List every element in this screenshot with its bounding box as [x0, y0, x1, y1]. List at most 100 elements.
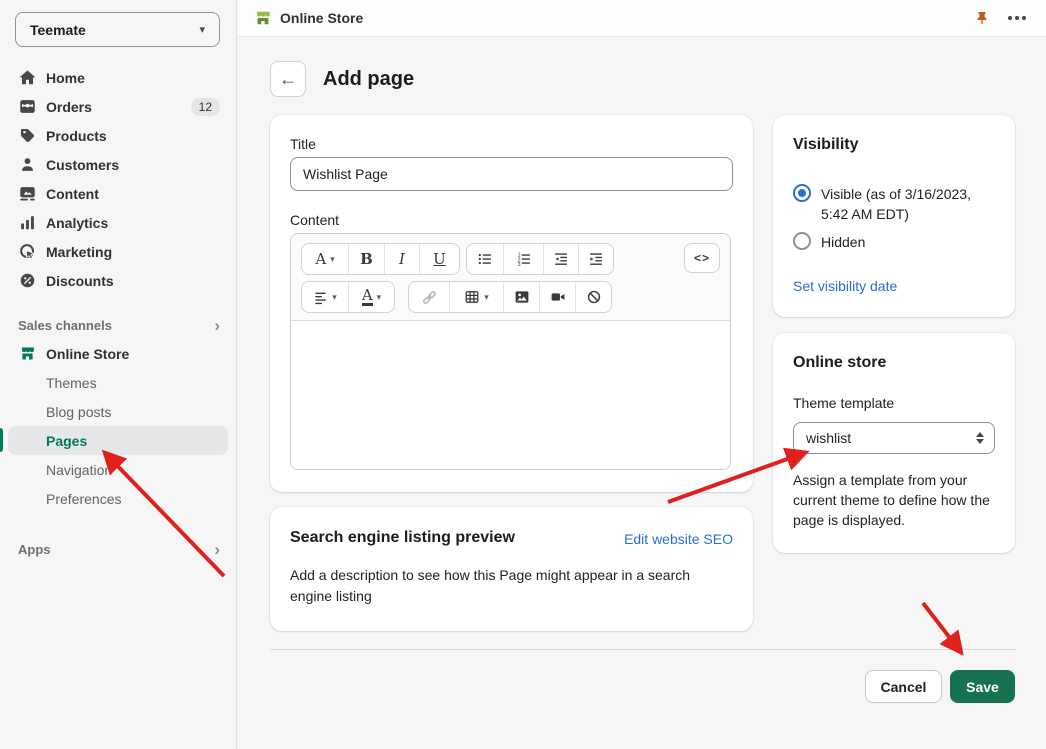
- sub-item-label: Blog posts: [46, 404, 111, 420]
- theme-template-value: wishlist: [806, 430, 851, 446]
- content-label: Content: [290, 212, 339, 228]
- font-style-button[interactable]: A ▾: [302, 244, 348, 274]
- main-content: ← Add page Title Content A ▾ B: [238, 37, 1046, 749]
- title-label: Title: [290, 136, 316, 152]
- image-button[interactable]: [503, 282, 539, 312]
- svg-text:3: 3: [517, 262, 520, 267]
- text-style-group: A ▾ B I U: [301, 243, 460, 275]
- rich-text-editor: A ▾ B I U: [290, 233, 731, 470]
- underline-button[interactable]: U: [419, 244, 459, 274]
- sales-channels-label: Sales channels: [18, 318, 112, 333]
- font-style-letter: A: [315, 250, 326, 268]
- storefront-icon: [18, 345, 36, 363]
- sidebar-item-label: Online Store: [46, 346, 129, 362]
- marketing-icon: [18, 243, 36, 261]
- sidebar-item-marketing[interactable]: Marketing: [0, 237, 236, 266]
- text-color-button[interactable]: A ▾: [348, 282, 394, 312]
- numbered-list-button[interactable]: 123: [503, 244, 543, 274]
- table-button[interactable]: ▾: [449, 282, 503, 312]
- sidebar-item-analytics[interactable]: Analytics: [0, 208, 236, 237]
- link-button[interactable]: [409, 282, 449, 312]
- sidebar-item-content[interactable]: Content: [0, 179, 236, 208]
- save-button[interactable]: Save: [950, 670, 1015, 703]
- sub-item-label: Themes: [46, 375, 97, 391]
- visible-option-label: Visible (as of 3/16/2023, 5:42 AM EDT): [821, 184, 993, 224]
- sidebar-item-home[interactable]: Home: [0, 63, 236, 92]
- theme-template-select[interactable]: wishlist: [793, 422, 995, 454]
- chevron-right-icon: ›: [214, 317, 220, 334]
- title-input[interactable]: [290, 157, 733, 191]
- code-view-button[interactable]: <>: [684, 243, 720, 273]
- topbar-title: Online Store: [280, 10, 363, 26]
- store-switcher[interactable]: Teemate ▾: [15, 12, 220, 47]
- more-menu-icon[interactable]: [1004, 12, 1030, 24]
- sidebar-item-orders[interactable]: Orders 12: [0, 92, 236, 121]
- video-button[interactable]: [539, 282, 575, 312]
- chevron-right-icon: ›: [214, 541, 220, 558]
- italic-letter: I: [399, 250, 405, 268]
- sidebar-item-label: Home: [46, 70, 85, 86]
- chevron-down-icon: ▾: [199, 23, 205, 36]
- sidebar-item-blog-posts[interactable]: Blog posts: [8, 397, 228, 426]
- home-icon: [18, 69, 36, 87]
- sales-channels-header[interactable]: Sales channels ›: [0, 313, 236, 337]
- italic-button[interactable]: I: [384, 244, 419, 274]
- hidden-option-label: Hidden: [821, 232, 993, 252]
- hidden-radio-option[interactable]: Hidden: [793, 232, 993, 252]
- discount-icon: [18, 272, 36, 290]
- sidebar-item-preferences[interactable]: Preferences: [8, 484, 228, 513]
- underline-letter: U: [433, 250, 446, 268]
- apps-label: Apps: [18, 542, 51, 557]
- clear-formatting-button[interactable]: [575, 282, 611, 312]
- indent-button[interactable]: [578, 244, 613, 274]
- store-name: Teemate: [30, 22, 86, 38]
- content-icon: [18, 185, 36, 203]
- page-title: Add page: [323, 68, 414, 91]
- online-store-heading: Online store: [793, 354, 886, 372]
- seo-heading: Search engine listing preview: [290, 529, 515, 547]
- sidebar-item-label: Orders: [46, 99, 92, 115]
- sub-item-label: Pages: [46, 433, 87, 449]
- visibility-card: Visibility Visible (as of 3/16/2023, 5:4…: [773, 115, 1015, 317]
- outdent-button[interactable]: [543, 244, 578, 274]
- cancel-button[interactable]: Cancel: [865, 670, 942, 703]
- chevron-down-icon: ▾: [377, 292, 382, 303]
- sidebar-item-customers[interactable]: Customers: [0, 150, 236, 179]
- insert-group: ▾: [408, 281, 612, 313]
- footer-divider: [270, 649, 1016, 650]
- bold-button[interactable]: B: [348, 244, 384, 274]
- bulleted-list-button[interactable]: [467, 244, 503, 274]
- sidebar-item-navigation[interactable]: Navigation: [8, 455, 228, 484]
- color-letter: A: [362, 288, 373, 306]
- sidebar-item-online-store[interactable]: Online Store: [0, 339, 236, 368]
- apps-header[interactable]: Apps ›: [0, 537, 236, 561]
- sidebar-item-label: Discounts: [46, 273, 114, 289]
- chevron-down-icon: ▾: [484, 292, 489, 303]
- edit-website-seo-link[interactable]: Edit website SEO: [624, 531, 733, 547]
- sidebar: Teemate ▾ Home Orders 12 Products: [0, 0, 237, 749]
- set-visibility-date-link[interactable]: Set visibility date: [793, 278, 897, 294]
- shopify-admin-window: Teemate ▾ Home Orders 12 Products: [0, 0, 1046, 749]
- radio-unselected-icon: [793, 232, 811, 250]
- sub-item-label: Preferences: [46, 491, 121, 507]
- template-help-text: Assign a template from your current them…: [793, 470, 995, 530]
- seo-description: Add a description to see how this Page m…: [290, 565, 733, 607]
- editor-toolbar: A ▾ B I U: [291, 234, 730, 321]
- storefront-logo-icon: [254, 9, 272, 27]
- alignment-button[interactable]: ▾: [302, 282, 348, 312]
- page-form-card: Title Content A ▾ B I: [270, 115, 753, 492]
- chevron-down-icon: ▾: [330, 254, 335, 265]
- pin-icon[interactable]: [974, 10, 990, 26]
- visible-radio-option[interactable]: Visible (as of 3/16/2023, 5:42 AM EDT): [793, 184, 993, 224]
- sidebar-item-themes[interactable]: Themes: [8, 368, 228, 397]
- person-icon: [18, 156, 36, 174]
- sidebar-item-pages[interactable]: Pages: [8, 426, 228, 455]
- back-button[interactable]: ←: [270, 61, 306, 97]
- sidebar-item-products[interactable]: Products: [0, 121, 236, 150]
- orders-count-badge: 12: [191, 98, 220, 116]
- sidebar-item-label: Marketing: [46, 244, 112, 260]
- sidebar-item-discounts[interactable]: Discounts: [0, 266, 236, 295]
- topbar: Online Store: [238, 0, 1046, 37]
- editor-content-area[interactable]: [291, 321, 730, 470]
- visibility-heading: Visibility: [793, 136, 859, 154]
